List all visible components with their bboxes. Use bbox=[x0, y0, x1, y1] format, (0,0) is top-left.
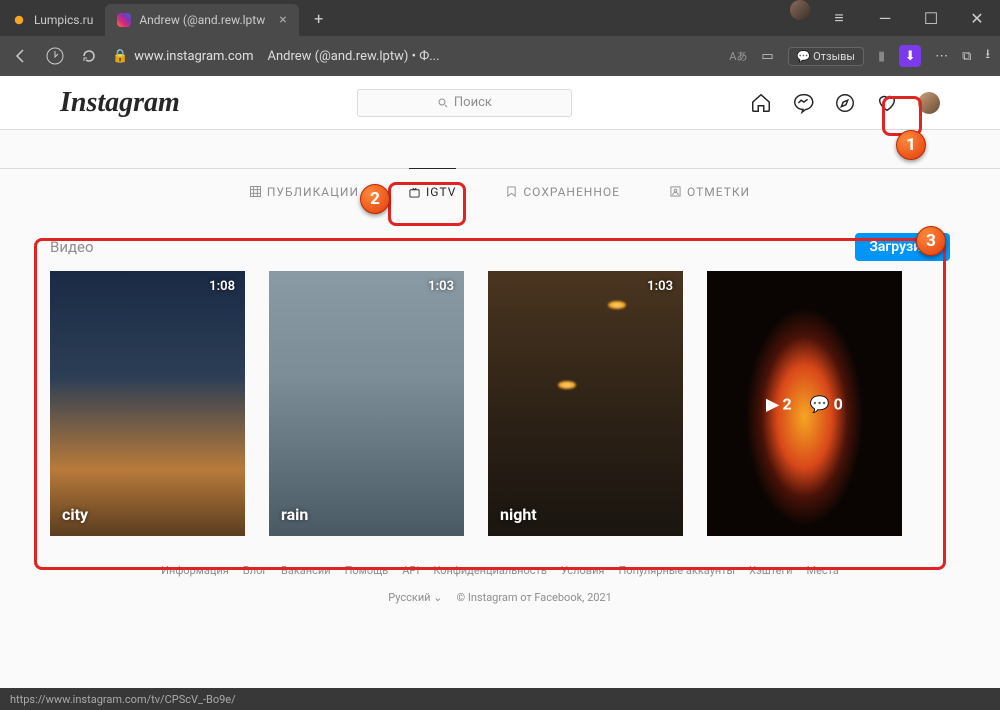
footer-link[interactable]: Информация bbox=[161, 564, 229, 577]
instagram-header: Instagram Поиск bbox=[0, 76, 1000, 130]
new-tab-button[interactable]: + bbox=[305, 4, 333, 32]
tab-posts[interactable]: ПУБЛИКАЦИИ bbox=[250, 168, 359, 215]
search-icon bbox=[438, 98, 448, 108]
reload-button[interactable] bbox=[78, 45, 100, 67]
footer-link[interactable]: Места bbox=[806, 564, 838, 577]
video-thumbnail[interactable]: 1:03 night bbox=[488, 271, 683, 536]
comment-count: 💬 0 bbox=[810, 394, 843, 413]
browser-profile-avatar[interactable] bbox=[790, 0, 810, 20]
home-icon[interactable] bbox=[750, 92, 772, 114]
page-content: Instagram Поиск ПУБЛИКАЦИИ IGTV СОХРАНЕН… bbox=[0, 76, 1000, 688]
footer-link[interactable]: Популярные аккаунты bbox=[618, 564, 735, 577]
video-grid: 1:08 city 1:03 rain 1:03 night ▶ 2 💬 0 bbox=[50, 271, 950, 536]
video-duration: 1:08 bbox=[209, 279, 235, 294]
igtv-section: Видео Загрузить 1:08 city 1:03 rain 1:03… bbox=[40, 225, 960, 550]
download-icon[interactable]: ⬇ bbox=[899, 45, 921, 67]
bookmark-icon[interactable]: ▮ bbox=[878, 49, 885, 64]
favicon-lumpics bbox=[12, 13, 26, 27]
url-box[interactable]: 🔒 www.instagram.com Andrew (@and.rew.lpt… bbox=[112, 49, 440, 64]
video-thumbnail[interactable]: 1:03 rain bbox=[269, 271, 464, 536]
section-title: Видео bbox=[50, 238, 94, 256]
profile-tabs: ПУБЛИКАЦИИ IGTV СОХРАНЕННОЕ ОТМЕТКИ bbox=[0, 168, 1000, 215]
lock-icon: 🔒 bbox=[112, 49, 128, 64]
copyright: © Instagram от Facebook, 2021 bbox=[456, 591, 611, 604]
footer-links: Информация Блог Вакансии Помощь API Конф… bbox=[0, 564, 1000, 577]
chevron-down-icon: ⌄ bbox=[433, 591, 442, 604]
extensions-icon[interactable]: ⧉ bbox=[962, 49, 971, 64]
browser-tab-inactive[interactable]: Lumpics.ru bbox=[0, 4, 105, 36]
browser-titlebar: Lumpics.ru Andrew (@and.rew.lptw × + ≡ —… bbox=[0, 0, 1000, 36]
video-title: night bbox=[500, 505, 537, 524]
search-input[interactable]: Поиск bbox=[357, 89, 572, 117]
video-title: rain bbox=[281, 505, 308, 524]
footer-link[interactable]: API bbox=[402, 564, 419, 577]
video-duration: 1:03 bbox=[647, 279, 673, 294]
instagram-logo[interactable]: Instagram bbox=[60, 87, 180, 119]
heart-icon[interactable] bbox=[876, 92, 898, 114]
play-count: ▶ 2 bbox=[766, 394, 791, 413]
video-hover-stats: ▶ 2 💬 0 bbox=[766, 394, 843, 413]
status-url: https://www.instagram.com/tv/CPScV_-Bo9e… bbox=[10, 693, 236, 706]
downloads-icon[interactable]: ⭳ bbox=[985, 45, 990, 67]
reviews-badge[interactable]: 💬 Отзывы bbox=[788, 47, 864, 66]
browser-addressbar: 🔒 www.instagram.com Andrew (@and.rew.lpt… bbox=[0, 36, 1000, 76]
url-domain: www.instagram.com bbox=[134, 49, 253, 64]
menu-icon[interactable]: ≡ bbox=[816, 0, 862, 36]
minimize-button[interactable]: — bbox=[862, 0, 908, 36]
video-thumbnail[interactable]: ▶ 2 💬 0 bbox=[707, 271, 902, 536]
tab-igtv[interactable]: IGTV bbox=[409, 168, 456, 215]
browser-tab-active[interactable]: Andrew (@and.rew.lptw × bbox=[105, 4, 298, 36]
tab-saved[interactable]: СОХРАНЕННОЕ bbox=[506, 168, 620, 215]
tagged-icon bbox=[670, 186, 681, 197]
instagram-nav bbox=[750, 92, 940, 114]
close-window-button[interactable]: ✕ bbox=[954, 0, 1000, 36]
annotation-marker-1: 1 bbox=[896, 130, 926, 160]
page-footer: Информация Блог Вакансии Помощь API Конф… bbox=[0, 564, 1000, 604]
footer-link[interactable]: Условия bbox=[561, 564, 605, 577]
browser-statusbar: https://www.instagram.com/tv/CPScV_-Bo9e… bbox=[0, 688, 1000, 710]
tab-tagged[interactable]: ОТМЕТКИ bbox=[670, 168, 750, 215]
video-title: city bbox=[62, 505, 88, 524]
tab-title: Andrew (@and.rew.lptw bbox=[139, 13, 265, 27]
profile-avatar[interactable] bbox=[918, 92, 940, 114]
language-selector[interactable]: Русский ⌄ bbox=[388, 591, 442, 604]
favicon-instagram bbox=[117, 13, 131, 27]
grid-icon bbox=[250, 186, 261, 197]
video-thumbnail[interactable]: 1:08 city bbox=[50, 271, 245, 536]
reader-icon[interactable]: ▭ bbox=[761, 49, 773, 64]
back-button[interactable] bbox=[10, 45, 32, 67]
footer-link[interactable]: Блог bbox=[243, 564, 267, 577]
translate-icon[interactable]: Aあ bbox=[729, 48, 747, 64]
maximize-button[interactable]: ☐ bbox=[908, 0, 954, 36]
tv-icon bbox=[409, 187, 420, 198]
bookmark-icon bbox=[506, 186, 517, 197]
messenger-icon[interactable] bbox=[792, 92, 814, 114]
url-page-title: Andrew (@and.rew.lptw) • Ф... bbox=[267, 49, 439, 64]
footer-link[interactable]: Помощь bbox=[345, 564, 389, 577]
search-placeholder: Поиск bbox=[454, 95, 492, 110]
video-duration: 1:03 bbox=[428, 279, 454, 294]
annotation-marker-2: 2 bbox=[360, 184, 390, 214]
tab-title: Lumpics.ru bbox=[34, 13, 93, 27]
explore-icon[interactable] bbox=[834, 92, 856, 114]
footer-link[interactable]: Конфиденциальность bbox=[433, 564, 547, 577]
footer-link[interactable]: Вакансии bbox=[281, 564, 331, 577]
more-icon[interactable]: ⋯ bbox=[935, 49, 948, 64]
yandex-icon[interactable] bbox=[44, 45, 66, 67]
annotation-marker-3: 3 bbox=[916, 226, 946, 256]
footer-link[interactable]: Хэштеги bbox=[749, 564, 792, 577]
close-icon[interactable]: × bbox=[279, 12, 286, 28]
